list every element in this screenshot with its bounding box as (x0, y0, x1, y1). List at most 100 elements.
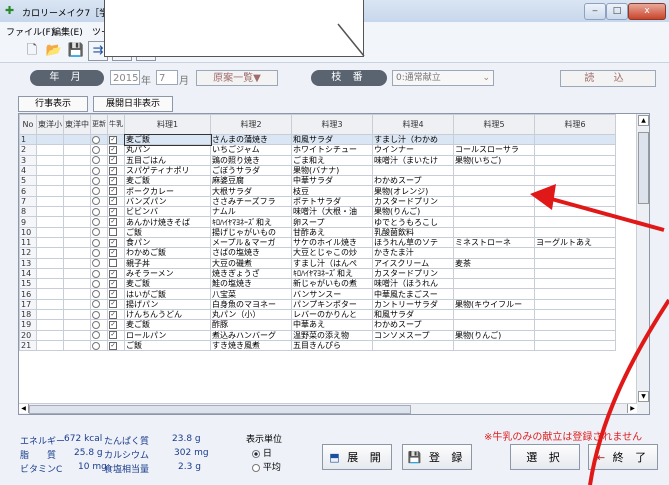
dish-cell[interactable] (534, 185, 616, 197)
school-cell[interactable] (36, 175, 64, 187)
milk-checkbox[interactable]: ✓ (107, 278, 125, 290)
dish-cell[interactable]: 味噌汁（まいたけ (372, 154, 454, 166)
table-row[interactable]: 21 ✓ ご飯 すき焼き風煮 五目きんぴら (19, 339, 616, 352)
dish-cell[interactable]: 果物(りんご) (453, 329, 535, 341)
dish-cell[interactable] (453, 175, 535, 187)
dish-cell[interactable]: 酢豚 (210, 319, 292, 331)
dish-cell[interactable]: けんちんうどん (124, 309, 211, 321)
open-folder-icon[interactable]: 📂 (44, 41, 64, 61)
school-cell[interactable] (63, 185, 91, 197)
table-row[interactable]: 13 親子丼 大豆の磯煮 すまし汁（はんぺ アイスクリーム 麦茶 (19, 257, 616, 269)
school-cell[interactable] (63, 144, 91, 156)
school-cell[interactable] (36, 206, 64, 218)
scroll-left-icon[interactable]: ◀ (19, 404, 29, 413)
dish-cell[interactable] (534, 329, 616, 341)
dish-cell[interactable]: ｷﾛﾊｲﾔﾏﾖﾈｰｽﾞ和え (210, 216, 292, 228)
grid-header-7[interactable]: 料理3 (291, 114, 373, 135)
dish-cell[interactable] (372, 339, 454, 352)
dish-cell[interactable]: 麻婆豆腐 (210, 175, 292, 187)
dish-cell[interactable]: ウインナー (372, 144, 454, 156)
dish-cell[interactable] (453, 288, 535, 300)
dish-cell[interactable] (534, 175, 616, 187)
milk-checkbox[interactable]: ✓ (107, 329, 125, 341)
school-cell[interactable] (63, 133, 91, 146)
school-cell[interactable] (36, 133, 64, 146)
dish-cell[interactable] (534, 298, 616, 311)
dish-cell[interactable]: 果物(りんご) (372, 206, 454, 218)
dish-cell[interactable] (534, 309, 616, 321)
milk-checkbox[interactable] (107, 257, 125, 269)
dish-cell[interactable]: ゆでとうもろこし (372, 216, 454, 228)
update-radio[interactable] (90, 216, 108, 228)
milk-checkbox[interactable]: ✓ (107, 319, 125, 331)
dish-cell[interactable]: 中華あえ (291, 319, 373, 331)
dish-cell[interactable]: アイスクリーム (372, 257, 454, 269)
milk-checkbox[interactable]: ✓ (107, 267, 125, 280)
dish-cell[interactable]: 乳酸菌飲料 (372, 226, 454, 238)
milk-checkbox[interactable]: ✓ (107, 195, 125, 208)
update-radio[interactable] (90, 144, 108, 156)
dish-cell[interactable] (534, 133, 616, 146)
table-row[interactable]: 9 ✓ あんかけ焼きそば ｷﾛﾊｲﾔﾏﾖﾈｰｽﾞ和え 卵スープ ゆでとうもろこし (19, 216, 616, 228)
dish-cell[interactable]: ｷﾛﾊｲﾔﾏﾖﾈｰｽﾞ和え (291, 267, 373, 280)
dish-cell[interactable]: コールスローサラ (453, 144, 535, 156)
dish-cell[interactable] (534, 247, 616, 259)
dish-cell[interactable]: さばの塩焼き (210, 247, 292, 259)
table-row[interactable]: 11 ✓ 食パン メープル＆マーガ サケのホイル焼き ほうれん草のソテ ミネストローネ ヨーグ… (19, 236, 616, 249)
school-cell[interactable] (63, 247, 91, 259)
dish-cell[interactable] (453, 195, 535, 208)
dish-cell[interactable]: あんかけ焼きそば (124, 216, 211, 228)
school-cell[interactable] (63, 267, 91, 280)
dish-cell[interactable]: ヨーグルトあえ (534, 236, 616, 249)
table-row[interactable]: 5 ✓ 麦ご飯 麻婆豆腐 中華サラダ わかめスープ (19, 175, 616, 187)
dish-cell[interactable]: 大豆とじゃこの炒 (291, 247, 373, 259)
dish-cell[interactable]: いちごジャム (210, 144, 292, 156)
school-cell[interactable] (36, 247, 64, 259)
branch-select[interactable]: 0:通常献立 ⌄ (392, 70, 494, 86)
update-radio[interactable] (90, 288, 108, 300)
dish-cell[interactable]: ごぼうサラダ (210, 164, 292, 177)
new-file-icon[interactable]: 🗋 (22, 41, 42, 61)
school-cell[interactable] (36, 267, 64, 280)
school-cell[interactable] (63, 175, 91, 187)
dish-cell[interactable] (453, 164, 535, 177)
update-radio[interactable] (90, 206, 108, 218)
school-cell[interactable] (63, 288, 91, 300)
milk-checkbox[interactable]: ✓ (107, 339, 125, 352)
dish-cell[interactable]: レバーのかりんと (291, 309, 373, 321)
scroll-down-icon[interactable]: ▼ (638, 391, 649, 402)
dish-cell[interactable]: ロールパン (124, 329, 211, 341)
dish-cell[interactable]: ご飯 (124, 226, 211, 238)
dish-cell[interactable]: パンプキンポター (291, 298, 373, 311)
save-icon[interactable]: 💾 (66, 41, 86, 61)
table-row[interactable]: 15 ✓ 麦ご飯 鮭の塩焼き 新じゃがいもの煮 味噌汁（ほうれん (19, 278, 616, 290)
dish-cell[interactable]: 和風サラダ (372, 309, 454, 321)
menu-edit[interactable]: 編集(E) (52, 25, 83, 38)
grid-header-5[interactable]: 料理1 (124, 114, 211, 135)
dish-cell[interactable]: ビビンバ (124, 206, 211, 218)
table-row[interactable]: 4 ✓ スパゲティナポリ ごぼうサラダ 果物(バナナ) (19, 164, 616, 177)
close-button[interactable]: x (628, 3, 666, 20)
exit-button[interactable]: ⇤ 終 了 (588, 444, 658, 470)
table-row[interactable]: 19 ✓ 麦ご飯 酢豚 中華あえ わかめスープ (19, 319, 616, 331)
grid-header-8[interactable]: 料理4 (372, 114, 454, 135)
menu-grid[interactable]: No 東洋小 東洋中 更新 牛乳 料理1 料理2 料理3 料理4 料理5 料理6 1 ✓ 麦ご飯 さんまの… (18, 113, 650, 415)
school-cell[interactable] (36, 154, 64, 166)
hscroll-thumb[interactable] (29, 405, 411, 414)
dish-cell[interactable] (534, 278, 616, 290)
update-radio[interactable] (90, 164, 108, 177)
dish-cell[interactable]: 白身魚のマヨネー (210, 298, 292, 311)
dish-cell[interactable] (534, 154, 616, 166)
display-unit-avg[interactable]: 平均 (252, 460, 281, 473)
update-radio[interactable] (90, 226, 108, 238)
school-cell[interactable] (63, 309, 91, 321)
school-cell[interactable] (36, 144, 64, 156)
dish-cell[interactable]: 味噌汁（ほうれん (372, 278, 454, 290)
dish-cell[interactable]: 果物(バナナ) (291, 164, 373, 177)
update-radio[interactable] (90, 236, 108, 249)
school-cell[interactable] (63, 257, 91, 269)
school-cell[interactable] (63, 329, 91, 341)
dish-cell[interactable] (534, 226, 616, 238)
milk-checkbox[interactable]: ✓ (107, 206, 125, 218)
dish-cell[interactable]: 鶏の照り焼き (210, 154, 292, 166)
